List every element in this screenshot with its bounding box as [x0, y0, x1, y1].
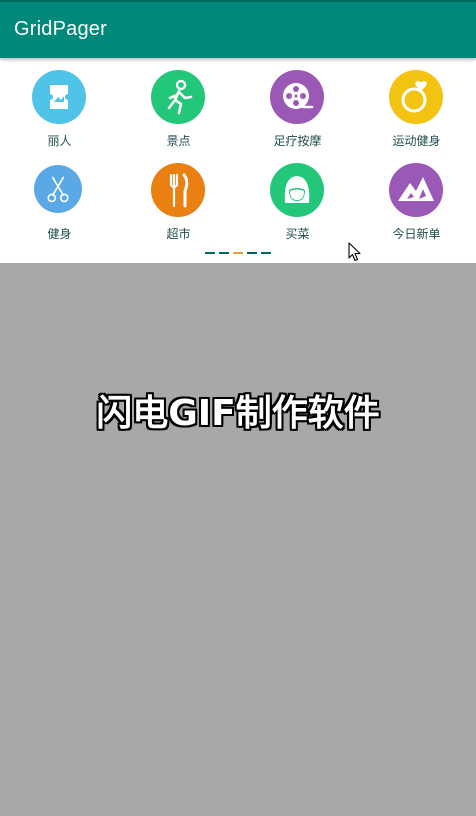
page-dot[interactable]	[219, 252, 229, 254]
app-title: GridPager	[14, 18, 107, 40]
ticket-icon	[32, 70, 86, 124]
grid-item-label: 买菜	[285, 227, 310, 241]
grid-item-fitness[interactable]: 健身	[0, 151, 119, 241]
app-bar: GridPager	[0, 2, 476, 58]
girl-face-icon	[270, 163, 324, 217]
page-dot[interactable]	[205, 252, 215, 254]
grid-item-daily-deals[interactable]: 今日新单	[357, 151, 476, 241]
grid-item-label: 丽人	[47, 134, 72, 148]
page-dot[interactable]	[261, 252, 271, 254]
grid-pager[interactable]: 丽人 景点 足疗按摩 运动健身 健身 超市 买菜 今日新单	[0, 58, 476, 263]
grid-item-label: 运动健身	[392, 134, 441, 148]
grid-item-label: 景点	[166, 134, 191, 148]
runner-icon	[151, 70, 205, 124]
grid-item-label: 足疗按摩	[273, 134, 322, 148]
grid-item-supermarket[interactable]: 超市	[119, 151, 238, 241]
film-reel-icon	[270, 70, 324, 124]
grid-item-foot-massage[interactable]: 足疗按摩	[238, 58, 357, 148]
grid-item-label: 今日新单	[392, 227, 441, 241]
grid-item-groceries[interactable]: 买菜	[238, 151, 357, 241]
fork-knife-icon	[151, 163, 205, 217]
watermark-text: 闪电GIF制作软件	[96, 393, 380, 434]
grid-item-attractions[interactable]: 景点	[119, 58, 238, 148]
grid-item-label: 健身	[47, 227, 72, 241]
page-indicator	[0, 252, 476, 256]
ring-heart-icon	[389, 70, 443, 124]
mouse-cursor-icon	[348, 242, 361, 262]
grid-item-label: 超市	[166, 227, 191, 241]
grid-item-sports-fitness[interactable]: 运动健身	[357, 58, 476, 148]
grid-item-beauty[interactable]: 丽人	[0, 58, 119, 148]
page-dot[interactable]	[247, 252, 257, 254]
app-screen: GridPager 丽人 景点 足疗按摩 运动健身 健身 超市 买菜 今日新单 …	[0, 0, 476, 816]
scissors-icon	[34, 165, 82, 213]
page-dot-active[interactable]	[233, 252, 243, 254]
mountain-icon	[389, 163, 443, 217]
